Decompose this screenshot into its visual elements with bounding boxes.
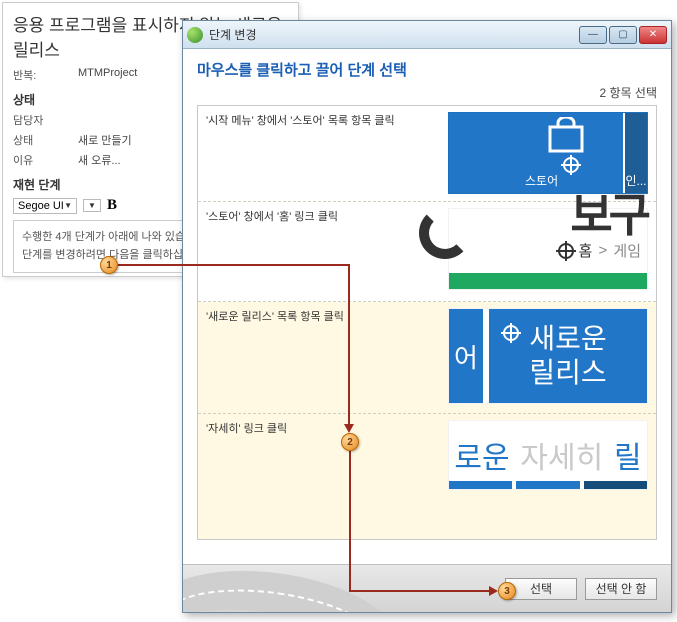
dialog-heading: 마우스를 클릭하고 끌어 단계 선택 (197, 59, 657, 80)
font-size-combo[interactable]: ▼ (83, 199, 101, 212)
app-icon (187, 27, 203, 43)
dialog-titlebar[interactable]: 단계 변경 — ▢ ✕ (183, 21, 671, 49)
step-row[interactable]: '자세히' 링크 클릭 로운 자세히 릴 (198, 414, 656, 539)
step-thumbnail: 보구 홈 > 게임 (448, 208, 648, 290)
crosshair-icon (561, 155, 581, 175)
step-row[interactable]: '스토어' 창에서 '홈' 링크 클릭 보구 홈 > 게임 (198, 202, 656, 302)
arc-icon (419, 207, 471, 259)
crosshair-icon (501, 323, 521, 343)
step-row[interactable]: '새로운 릴리스' 목록 항목 클릭 어 새로운 릴리스 (198, 302, 656, 414)
close-button[interactable]: ✕ (639, 26, 667, 44)
chevron-down-icon: ▼ (88, 201, 96, 210)
dialog-footer: 선택 선택 안 함 (183, 564, 671, 612)
callout-3: 3 (498, 582, 516, 600)
callout-2: 2 (341, 433, 359, 451)
callout-1: 1 (100, 256, 118, 274)
cancel-button[interactable]: 선택 안 함 (585, 578, 657, 600)
minimize-button[interactable]: — (579, 26, 607, 44)
steps-list[interactable]: '시작 메뉴' 창에서 '스토어' 목록 항목 클릭 스토어 인... ' (197, 105, 657, 540)
step-thumbnail: 로운 자세히 릴 (448, 420, 648, 490)
font-family-combo[interactable]: Segoe UI▼ (13, 198, 77, 214)
crosshair-icon (556, 241, 576, 261)
bold-button[interactable]: B (107, 197, 117, 214)
maximize-button[interactable]: ▢ (609, 26, 637, 44)
selection-count: 2 항목 선택 (197, 84, 657, 101)
road-graphic (183, 564, 410, 612)
change-steps-dialog: 단계 변경 — ▢ ✕ 마우스를 클릭하고 끌어 단계 선택 2 항목 선택 '… (182, 20, 672, 613)
step-thumbnail: 어 새로운 릴리스 (448, 308, 648, 404)
breadcrumb: 홈 > 게임 (556, 240, 641, 261)
dialog-title: 단계 변경 (209, 26, 579, 43)
chevron-down-icon: ▼ (64, 201, 72, 210)
shopping-bag-icon (544, 117, 588, 153)
